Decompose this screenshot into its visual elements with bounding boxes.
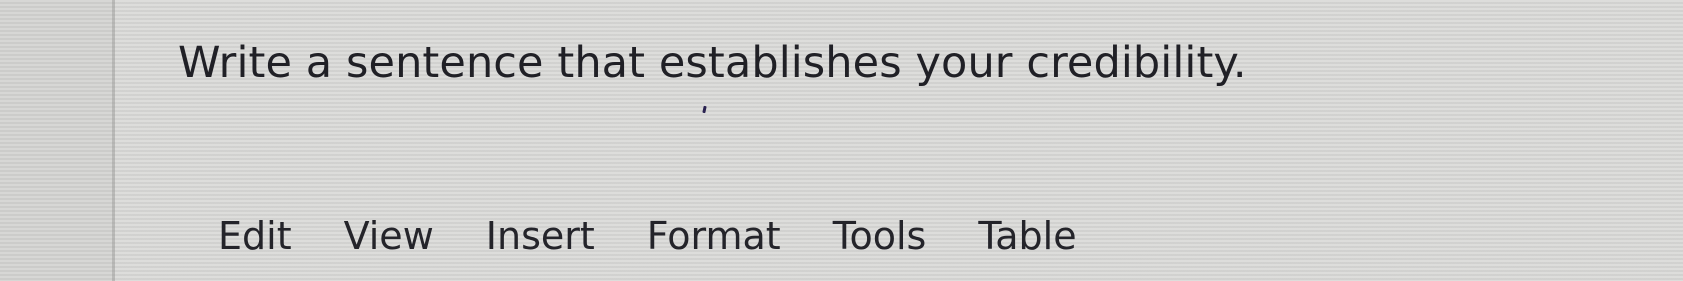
menu-insert[interactable]: Insert (486, 206, 595, 266)
question-prompt: Write a sentence that establishes your c… (178, 38, 1247, 88)
left-gutter (0, 0, 112, 281)
text-cursor-mark (702, 105, 707, 114)
menu-edit[interactable]: Edit (218, 206, 292, 266)
menu-tools[interactable]: Tools (833, 206, 927, 266)
menu-format[interactable]: Format (647, 206, 781, 266)
menu-view[interactable]: View (344, 206, 434, 266)
left-divider (112, 0, 115, 281)
menu-table[interactable]: Table (978, 206, 1076, 266)
editor-menubar: Edit View Insert Format Tools Table (218, 206, 1077, 266)
